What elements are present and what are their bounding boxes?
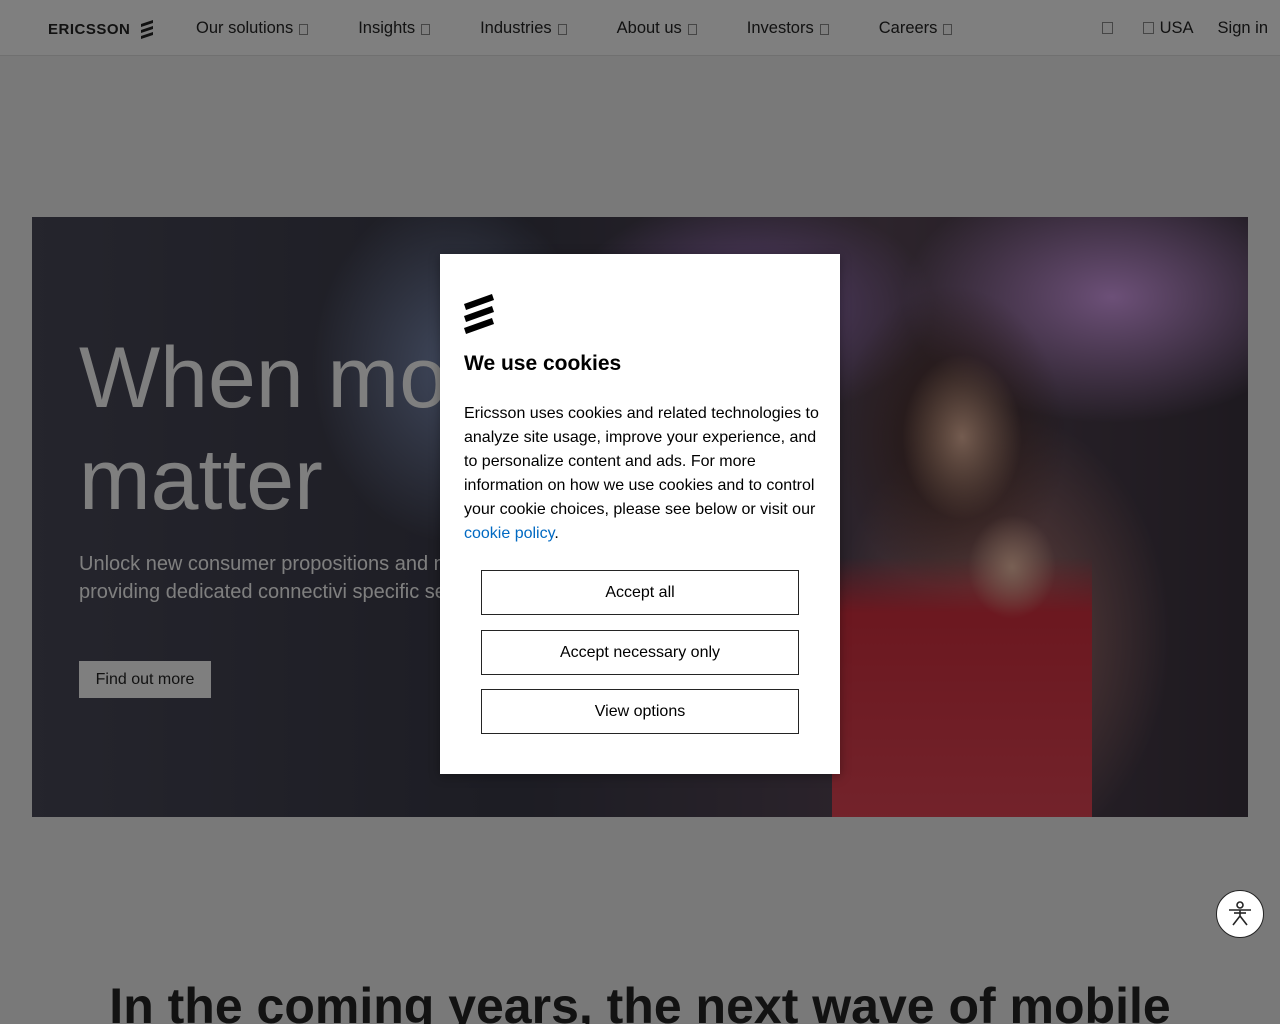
cookie-dialog-title: We use cookies — [464, 352, 622, 375]
ericsson-mark-icon — [464, 294, 494, 334]
cookie-policy-link[interactable]: cookie policy — [464, 525, 554, 542]
cookie-consent-dialog: We use cookies Ericsson uses cookies and… — [440, 254, 840, 774]
accept-all-button[interactable]: Accept all — [481, 570, 799, 615]
cookie-dialog-body: Ericsson uses cookies and related techno… — [464, 402, 820, 546]
cookie-body-text: Ericsson uses cookies and related techno… — [464, 405, 819, 518]
view-options-button[interactable]: View options — [481, 689, 799, 734]
cookie-body-end: . — [554, 525, 559, 542]
accept-necessary-button[interactable]: Accept necessary only — [481, 630, 799, 675]
accessibility-button[interactable] — [1216, 890, 1264, 938]
accessibility-icon — [1229, 901, 1251, 926]
